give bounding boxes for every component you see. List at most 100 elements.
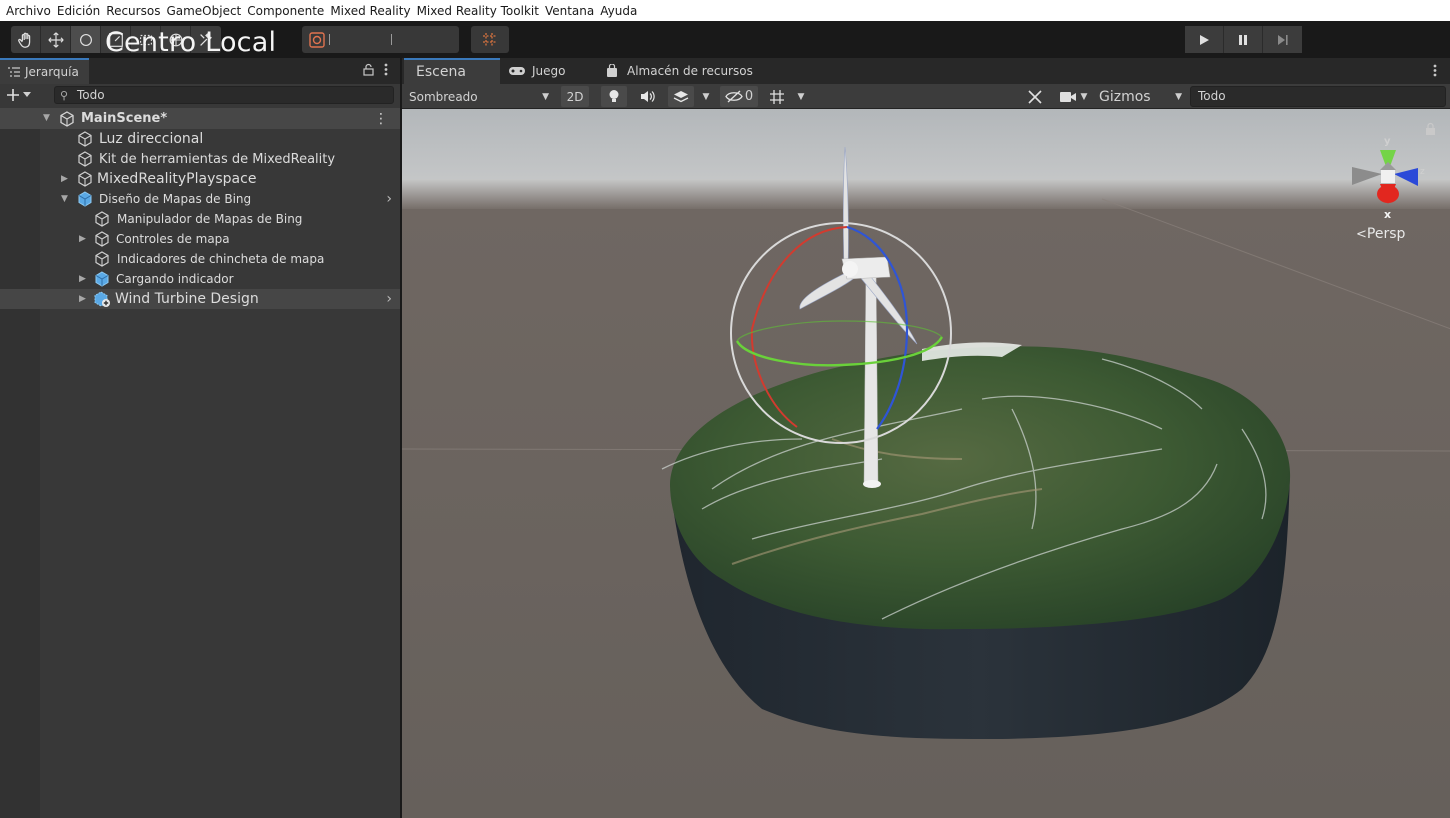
tab-hierarchy-label: Jerarquía bbox=[25, 65, 79, 79]
grid-snap-icon bbox=[483, 32, 497, 47]
gizmos-label: Gizmos bbox=[1099, 88, 1151, 105]
projection-label: Persp bbox=[1366, 226, 1406, 242]
tab-almacen[interactable]: Almacén de recursos bbox=[606, 58, 753, 84]
chevron-right-icon[interactable]: › bbox=[386, 291, 392, 307]
menu-mixed-reality-toolkit[interactable]: Mixed Reality Toolkit bbox=[417, 4, 539, 18]
gamepad-icon bbox=[509, 67, 525, 75]
chevron-down-icon: ▼ bbox=[1175, 91, 1182, 102]
menu-mixed-reality[interactable]: Mixed Reality bbox=[330, 4, 410, 18]
tree-item-wind-turbine[interactable]: ▶ Wind Turbine Design › bbox=[0, 289, 400, 309]
projection-toggle[interactable]: <Persp bbox=[1356, 226, 1405, 242]
expand-arrow-icon[interactable]: ▶ bbox=[61, 174, 71, 184]
hierarchy-tabbar: Jerarquía bbox=[0, 58, 400, 84]
play-button[interactable] bbox=[1185, 26, 1224, 53]
chevron-down-icon bbox=[23, 92, 31, 97]
sky bbox=[402, 109, 1450, 179]
tree-item-playspace[interactable]: ▶ MixedRealityPlayspace bbox=[0, 169, 400, 189]
menu-edicion[interactable]: Edición bbox=[57, 4, 100, 18]
audio-toggle-button[interactable] bbox=[635, 86, 661, 107]
tree-item-loading-indicator[interactable]: ▶ Cargando indicador bbox=[0, 269, 400, 289]
scene-row[interactable]: ▼ MainScene* ⋮ bbox=[0, 108, 400, 129]
pivot-mode-label[interactable]: Centro Local bbox=[105, 29, 276, 56]
menu-bar: Archivo Edición Recursos GameObject Comp… bbox=[0, 0, 1450, 21]
lighting-toggle-button[interactable] bbox=[601, 86, 627, 107]
lock-icon[interactable] bbox=[363, 63, 374, 76]
menu-recursos[interactable]: Recursos bbox=[106, 4, 160, 18]
tree-item-map-controls[interactable]: ▶ Controles de mapa bbox=[0, 229, 400, 249]
tree-item-luz-direccional[interactable]: Luz direccional bbox=[0, 129, 400, 149]
rotate-tool-button[interactable] bbox=[71, 26, 101, 53]
hand-tool-button[interactable] bbox=[11, 26, 41, 53]
2d-toggle-button[interactable]: 2D bbox=[561, 86, 589, 107]
prefab-icon bbox=[95, 271, 109, 287]
hierarchy-search-input[interactable]: ⚲ Todo bbox=[54, 86, 394, 104]
menu-ventana[interactable]: Ventana bbox=[545, 4, 594, 18]
collapse-arrow-icon[interactable]: ▼ bbox=[61, 194, 71, 204]
hierarchy-tab-tools bbox=[363, 63, 388, 76]
move-tool-button[interactable] bbox=[41, 26, 71, 53]
menu-componente[interactable]: Componente bbox=[247, 4, 324, 18]
prefab-icon bbox=[78, 191, 92, 207]
tab-juego[interactable]: Juego bbox=[508, 58, 566, 84]
expand-arrow-icon[interactable]: ▶ bbox=[79, 274, 89, 284]
kebab-menu-icon[interactable] bbox=[384, 63, 388, 76]
hidden-count: 0 bbox=[744, 89, 754, 104]
expand-arrow-icon[interactable]: ▶ bbox=[79, 234, 89, 244]
gizmos-dropdown[interactable]: Gizmos ▼ bbox=[1096, 86, 1186, 107]
pause-icon bbox=[1239, 34, 1247, 45]
gameobject-icon bbox=[95, 251, 109, 267]
turbine-tower bbox=[863, 268, 879, 485]
2d-label: 2D bbox=[566, 89, 584, 104]
chevron-down-icon: ▼ bbox=[797, 91, 805, 102]
tree-item-bing-maps[interactable]: ▼ Diseño de Mapas de Bing › bbox=[0, 189, 400, 209]
tree-item-label: Indicadores de chincheta de mapa bbox=[117, 252, 325, 266]
snap-settings[interactable] bbox=[302, 26, 459, 53]
scene-name: MainScene* bbox=[81, 111, 168, 126]
tab-juego-label: Juego bbox=[532, 64, 566, 78]
scene-kebab-icon[interactable]: ⋮ bbox=[374, 111, 388, 127]
gameobject-icon bbox=[78, 131, 92, 147]
camera-settings-button[interactable]: ▼ bbox=[1054, 86, 1092, 107]
grid-snap-button[interactable] bbox=[471, 26, 509, 53]
playmode-controls bbox=[1185, 26, 1302, 53]
hidden-eye-icon bbox=[725, 90, 743, 103]
tree-item-mrtk[interactable]: Kit de herramientas de MixedReality bbox=[0, 149, 400, 169]
crossed-tools-icon bbox=[1028, 89, 1042, 104]
tree-item-pin-indicators[interactable]: Indicadores de chincheta de mapa bbox=[0, 249, 400, 269]
effects-toggle-button[interactable] bbox=[668, 86, 694, 107]
tab-escena[interactable]: Escena bbox=[404, 58, 500, 84]
snap-separator bbox=[391, 34, 392, 45]
scene-search-input[interactable]: Todo bbox=[1190, 86, 1446, 107]
create-button[interactable] bbox=[6, 88, 40, 102]
play-icon bbox=[1200, 34, 1209, 45]
speaker-icon bbox=[641, 91, 655, 102]
expand-arrow-icon[interactable]: ▶ bbox=[79, 294, 89, 304]
chevron-down-icon: ▼ bbox=[1080, 91, 1088, 102]
rotate-icon bbox=[79, 33, 92, 46]
tab-hierarchy[interactable]: Jerarquía bbox=[0, 58, 89, 84]
hierarchy-tree: ▼ MainScene* ⋮ Luz direccional Kit de he… bbox=[0, 108, 400, 309]
grid-dropdown[interactable]: ▼ bbox=[793, 86, 809, 107]
scene-toolbar: Sombreado ▼ 2D ▼ 0 ▼ ▼ Gizmos ▼ Todo bbox=[402, 84, 1450, 109]
chevron-right-icon[interactable]: › bbox=[386, 191, 392, 207]
gameobject-icon bbox=[95, 231, 109, 247]
scene-search-value: Todo bbox=[1198, 89, 1226, 103]
collapse-arrow-icon[interactable]: ▼ bbox=[43, 113, 53, 123]
scene-viewport[interactable]: y x z <Persp bbox=[402, 109, 1450, 818]
scene-visibility-toggle[interactable]: 0 bbox=[720, 86, 758, 107]
grid-visibility-button[interactable] bbox=[764, 86, 790, 107]
kebab-menu-icon[interactable] bbox=[1433, 64, 1437, 77]
menu-ayuda[interactable]: Ayuda bbox=[600, 4, 637, 18]
tree-item-bing-manipulator[interactable]: Manipulador de Mapas de Bing bbox=[0, 209, 400, 229]
gameobject-icon bbox=[95, 211, 109, 227]
menu-gameobject[interactable]: GameObject bbox=[166, 4, 241, 18]
snap-icon bbox=[309, 32, 325, 48]
effects-dropdown[interactable]: ▼ bbox=[698, 86, 714, 107]
pause-button[interactable] bbox=[1224, 26, 1263, 53]
menu-archivo[interactable]: Archivo bbox=[6, 4, 51, 18]
step-button[interactable] bbox=[1263, 26, 1302, 53]
gizmo-center-cube bbox=[1381, 169, 1395, 183]
shading-mode-dropdown[interactable]: Sombreado ▼ bbox=[409, 86, 551, 107]
tools-toggle-button[interactable] bbox=[1022, 86, 1048, 107]
tree-item-label: Wind Turbine Design bbox=[115, 291, 259, 307]
